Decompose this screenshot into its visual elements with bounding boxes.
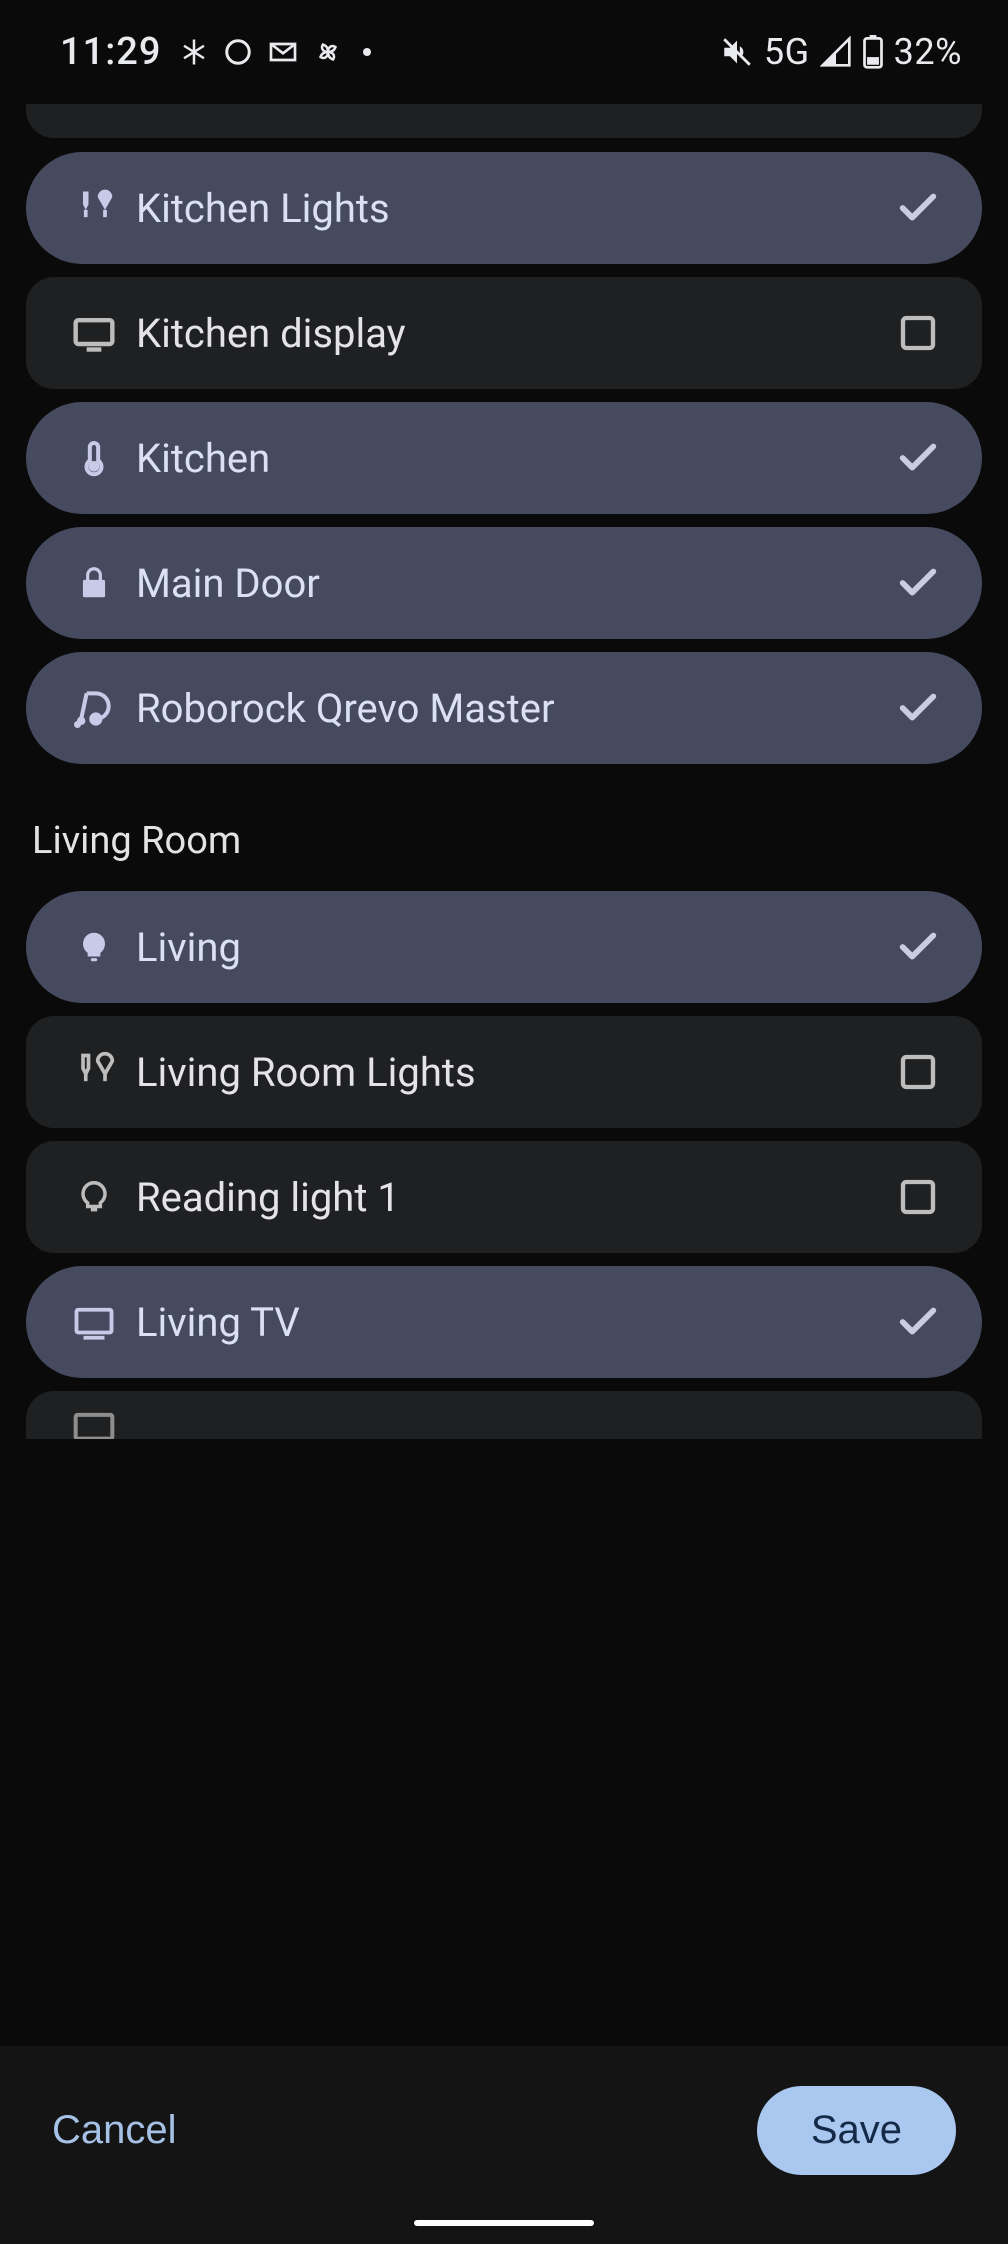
light-group-icon — [62, 186, 126, 230]
display-icon — [62, 1391, 126, 1439]
battery-label: 32% — [894, 31, 962, 73]
device-row-kitchen-lights[interactable]: Kitchen Lights — [26, 152, 982, 264]
device-row-kitchen-thermostat[interactable]: Kitchen — [26, 402, 982, 514]
status-bar: 11:29 5G 32% — [0, 0, 1008, 104]
checkbox-empty-icon — [894, 313, 942, 353]
dot-icon — [363, 48, 371, 56]
tv-icon — [62, 1301, 126, 1343]
bulb-icon — [62, 926, 126, 968]
partial-row-top[interactable] — [26, 104, 982, 138]
cancel-button[interactable]: Cancel — [52, 2108, 177, 2153]
circle-icon — [223, 37, 253, 67]
check-icon — [894, 560, 942, 606]
save-button[interactable]: Save — [757, 2086, 956, 2175]
checkbox-empty-icon — [894, 1052, 942, 1092]
device-label: Reading light 1 — [126, 1174, 894, 1221]
status-time: 11:29 — [60, 30, 161, 74]
device-label: Living — [126, 924, 894, 971]
signal-icon — [820, 36, 852, 68]
device-label: Kitchen — [126, 435, 894, 482]
device-row-living-tv[interactable]: Living TV — [26, 1266, 982, 1378]
device-list[interactable]: Kitchen Lights Kitchen display Kitchen M… — [0, 104, 1008, 1439]
section-header-living-room: Living Room — [26, 777, 982, 891]
snowflake-icon — [179, 37, 209, 67]
pinwheel-icon — [313, 37, 343, 67]
check-icon — [894, 185, 942, 231]
status-right: 5G 32% — [720, 31, 962, 73]
device-row-main-door[interactable]: Main Door — [26, 527, 982, 639]
device-label: Living Room Lights — [126, 1049, 894, 1096]
device-row-reading-light-1[interactable]: Reading light 1 — [26, 1141, 982, 1253]
device-row-kitchen-display[interactable]: Kitchen display — [26, 277, 982, 389]
light-group-icon — [62, 1050, 126, 1094]
check-icon — [894, 1299, 942, 1345]
display-icon — [62, 311, 126, 355]
thermostat-icon — [62, 436, 126, 480]
device-label: Kitchen display — [126, 310, 894, 357]
checkbox-empty-icon — [894, 1177, 942, 1217]
partial-row-bottom[interactable] — [26, 1391, 982, 1439]
status-notification-icons — [179, 36, 371, 68]
device-label: Main Door — [126, 560, 894, 607]
check-icon — [894, 685, 942, 731]
device-label: Living TV — [126, 1299, 894, 1346]
check-icon — [894, 435, 942, 481]
vacuum-icon — [62, 686, 126, 730]
device-label: Kitchen Lights — [126, 185, 894, 232]
network-label: 5G — [764, 31, 810, 73]
device-row-roborock[interactable]: Roborock Qrevo Master — [26, 652, 982, 764]
gmail-icon — [267, 36, 299, 68]
check-icon — [894, 924, 942, 970]
status-left: 11:29 — [60, 30, 371, 74]
device-row-living[interactable]: Living — [26, 891, 982, 1003]
nav-handle[interactable] — [414, 2220, 594, 2226]
mute-icon — [720, 35, 754, 69]
device-label: Roborock Qrevo Master — [126, 685, 894, 732]
lock-icon — [62, 562, 126, 604]
bottom-action-bar: Cancel Save — [0, 2046, 1008, 2244]
bulb-outline-icon — [62, 1176, 126, 1218]
battery-icon — [862, 35, 884, 69]
device-row-living-room-lights[interactable]: Living Room Lights — [26, 1016, 982, 1128]
